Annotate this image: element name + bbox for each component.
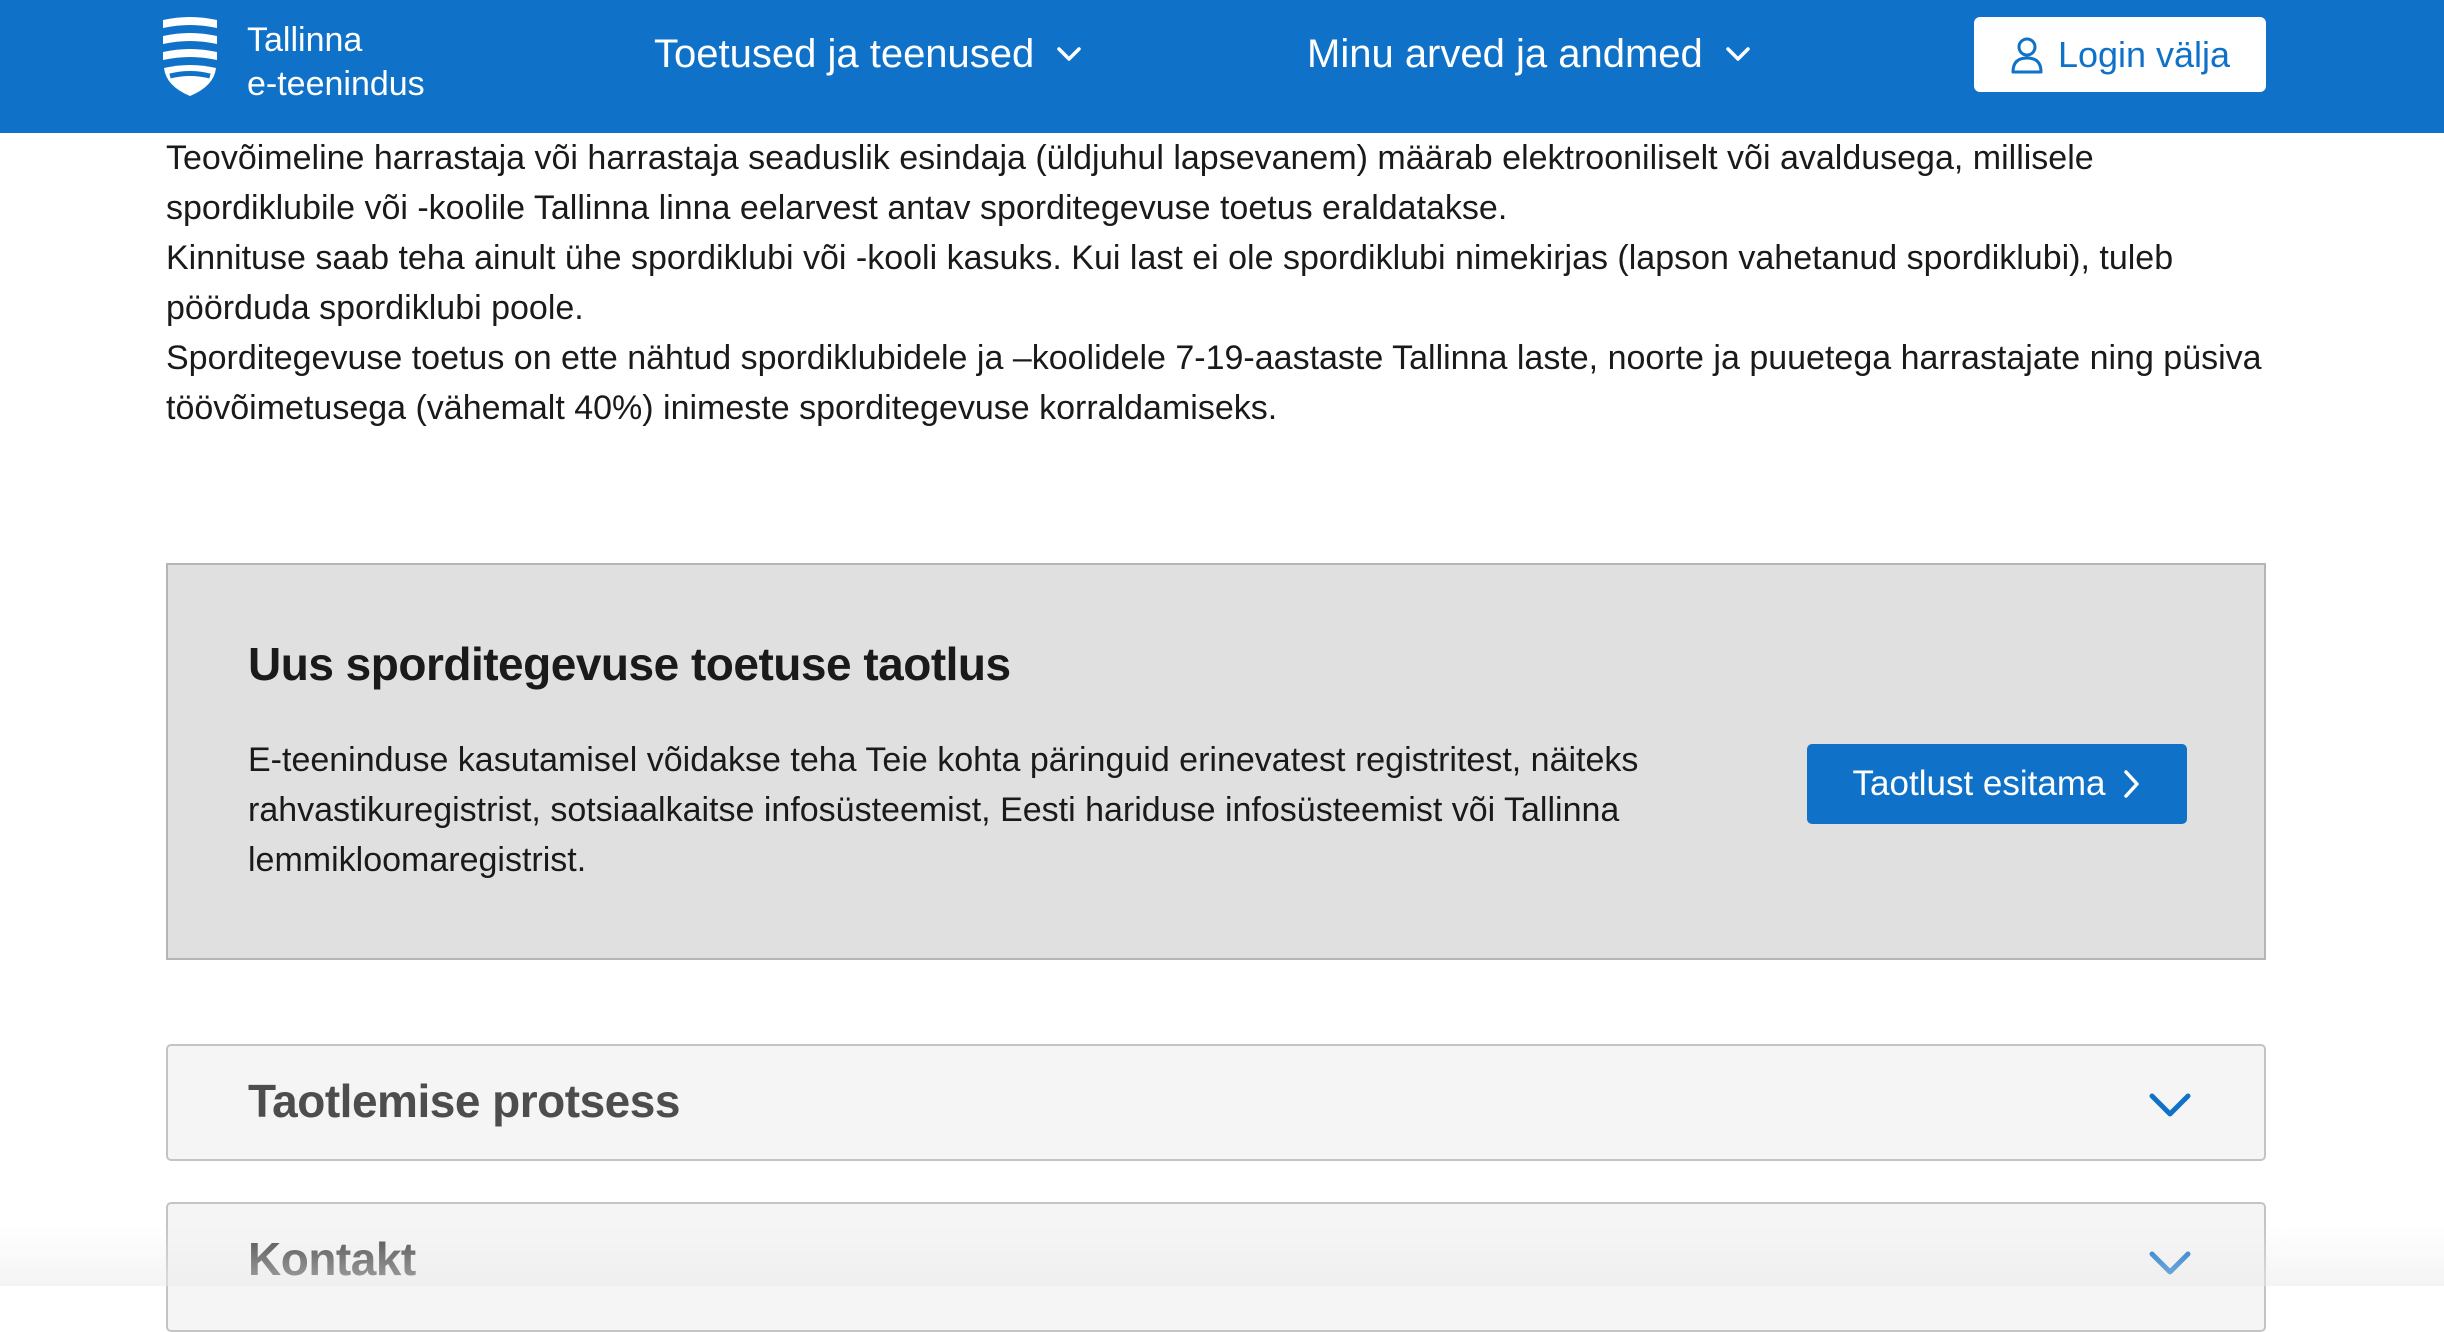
application-description: E-teeninduse kasutamisel võidakse teha T… <box>248 741 1639 879</box>
accordion-taotlemise-protsess[interactable]: Taotlemise protsess <box>166 1044 2266 1161</box>
top-navigation-bar: Tallinna e-teenindus Toetused ja teenuse… <box>0 0 2444 133</box>
chevron-down-icon <box>2149 1251 2191 1275</box>
nav-label: Toetused ja teenused <box>654 31 1035 76</box>
nav-label: Minu arved ja andmed <box>1307 31 1703 76</box>
accordion-title: Taotlemise protsess <box>248 1075 680 1127</box>
intro-paragraph: Teovõimeline harrastaja või harrastaja s… <box>166 139 2094 227</box>
chevron-down-icon <box>1057 47 1082 61</box>
application-title: Uus sporditegevuse toetuse taotlus <box>248 638 1011 690</box>
chevron-right-icon <box>2124 770 2140 798</box>
accordion-title: Kontakt <box>248 1233 416 1285</box>
intro-paragraph: Kinnituse saab teha ainult ühe spordiklu… <box>166 239 2174 327</box>
nav-toetused-ja-teenused[interactable]: Toetused ja teenused <box>654 28 1082 80</box>
user-icon <box>2011 37 2043 73</box>
application-panel: Uus sporditegevuse toetuse taotlus E-tee… <box>166 563 2266 960</box>
tallinn-shield-icon[interactable] <box>160 16 220 98</box>
accordion-kontakt[interactable]: Kontakt <box>166 1202 2266 1332</box>
chevron-down-icon <box>1726 47 1750 61</box>
intro-paragraph: Sporditegevuse toetus on ette nähtud spo… <box>166 339 2262 427</box>
brand-name[interactable]: Tallinna e-teenindus <box>247 18 425 106</box>
nav-minu-arved-ja-andmed[interactable]: Minu arved ja andmed <box>1307 28 1751 80</box>
intro-text: Teovõimeline harrastaja või harrastaja s… <box>166 133 2286 433</box>
brand-subtitle: e-teenindus <box>247 65 425 103</box>
submit-application-label: Taotlust esitama <box>1852 764 2106 803</box>
chevron-down-icon <box>2149 1093 2191 1117</box>
submit-application-button[interactable]: Taotlust esitama <box>1807 744 2187 824</box>
logout-button[interactable]: Login välja <box>1974 17 2266 92</box>
logout-label: Login välja <box>2057 33 2231 75</box>
brand-title: Tallinna <box>247 21 363 59</box>
